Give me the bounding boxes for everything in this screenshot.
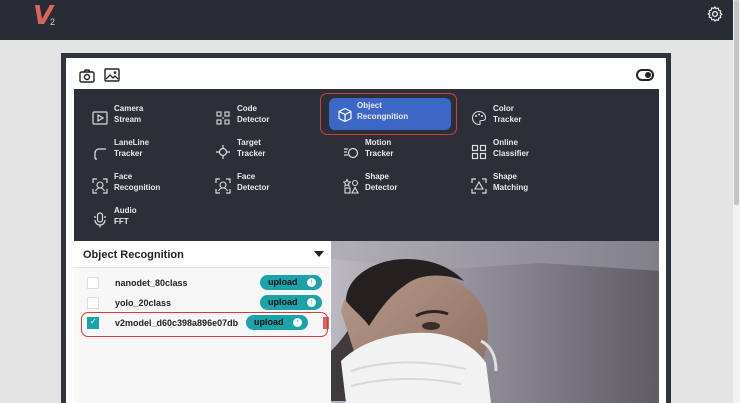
highlight-box-function [320,93,457,135]
recognition-title: Object Recognition [83,249,184,261]
upload-label: upload [268,277,298,287]
shapes-icon [343,178,359,194]
function-label: Face Recognition [114,172,161,192]
image-icon[interactable] [104,68,120,82]
top-bar: V 2 [0,0,733,40]
face-scan-icon [92,178,108,194]
model-name: nanodet_80class [115,278,188,288]
upload-icon: ↑ [307,298,316,307]
app-logo[interactable]: V 2 [33,3,56,29]
camera-image [331,241,659,403]
scrollbar-thumb[interactable] [734,0,739,205]
toggle-switch[interactable] [636,69,654,81]
toggle-knob [645,72,651,78]
model-row[interactable]: nanodet_80class upload ↑ [74,273,330,293]
motion-icon [344,147,359,159]
model-name: yolo_20class [115,298,172,308]
function-label: Target Tracker [237,138,266,158]
function-label: Camera Stream [114,104,144,124]
function-face-recognition[interactable]: Face Recognition [78,169,196,201]
function-code-detector[interactable]: Code Detector [201,101,319,133]
grid-icon [471,144,487,160]
model-row[interactable]: yolo_20class upload ↑ [74,293,330,313]
function-label: Face Detector [237,172,270,192]
function-label: Motion Tracker [365,138,394,158]
function-label: Shape Detector [365,172,398,192]
shape-match-icon [471,178,487,194]
crosshair-icon [216,145,230,159]
highlight-box-model [81,312,328,337]
function-online-classifier[interactable]: Online Classifier [457,135,575,167]
gear-icon[interactable] [706,5,724,23]
function-shape-detector[interactable]: Shape Detector [329,169,447,201]
camera-icon[interactable] [79,69,95,83]
upload-button[interactable]: upload ↑ [260,275,322,290]
model-checkbox[interactable] [87,297,99,309]
logo-subscript: 2 [50,17,56,27]
function-camera-stream[interactable]: Camera Stream [78,101,196,133]
function-target-tracker[interactable]: Target Tracker [201,135,319,167]
chevron-down-icon[interactable] [314,251,324,257]
lane-icon [94,148,106,160]
function-label: Online Classifier [493,138,530,158]
recognition-header[interactable]: Object Recognition [74,241,330,268]
function-shape-matching[interactable]: Shape Matching [457,169,575,201]
function-audio-fft[interactable]: Audio FFT [78,203,196,235]
model-checkbox[interactable] [87,277,99,289]
palette-icon [471,110,487,126]
function-face-detector[interactable]: Face Detector [201,169,319,201]
face-detect-icon [215,178,231,194]
code-icon [216,111,230,125]
function-label: Color Tracker [493,104,522,124]
upload-icon: ↑ [307,278,316,287]
function-motion-tracker[interactable]: Motion Tracker [329,135,447,167]
upload-button[interactable]: upload ↑ [260,295,322,310]
function-color-tracker[interactable]: Color Tracker [457,101,575,133]
microphone-icon [94,212,106,228]
function-label: LaneLine Tracker [114,138,150,158]
function-label: Audio FFT [114,206,137,226]
upload-label: upload [268,297,298,307]
function-label: Shape Matching [493,172,529,192]
camera-feed [331,241,659,403]
play-square-icon [92,111,108,125]
function-label: Code Detector [237,104,270,124]
function-laneline-tracker[interactable]: LaneLine Tracker [78,135,196,167]
